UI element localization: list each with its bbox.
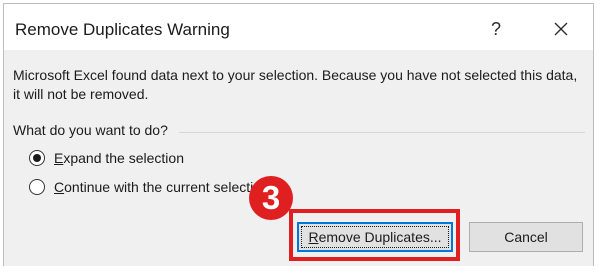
group-divider [179,132,585,133]
warning-message: Microsoft Excel found data next to your … [13,67,578,102]
radio-continue-current[interactable]: Continue with the current selection [29,176,269,198]
question-label: What do you want to do? [13,122,174,138]
step-number-badge: 3 [249,176,293,220]
help-button[interactable]: ? [484,16,508,42]
radio-button-checked[interactable] [29,150,45,166]
radio-label-continue[interactable]: Continue with the current selection [54,179,269,195]
close-button[interactable] [548,16,574,42]
radio-expand-selection[interactable]: Expand the selection [29,147,184,169]
radio-label-expand[interactable]: Expand the selection [54,150,184,166]
cancel-button[interactable]: Cancel [469,222,583,252]
dialog-title: Remove Duplicates Warning [15,20,230,39]
annotation-highlight-box [289,209,460,261]
radio-button-unchecked[interactable] [29,179,45,195]
close-icon [554,22,568,36]
title-bar: Remove Duplicates Warning ? [4,4,593,50]
